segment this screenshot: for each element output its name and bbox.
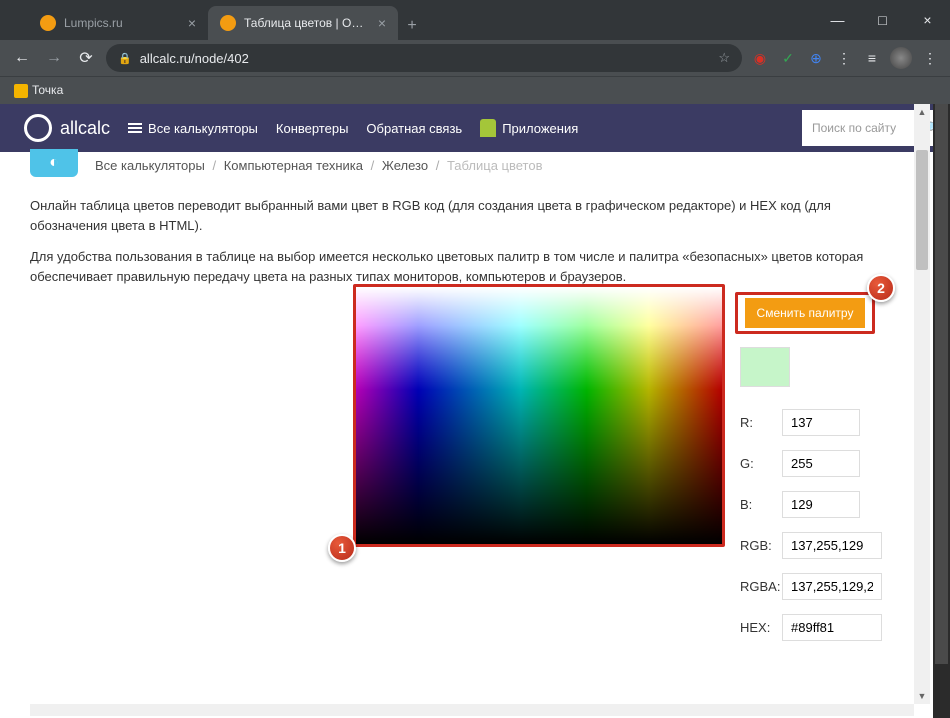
input-b[interactable] (782, 491, 860, 518)
android-icon (480, 119, 496, 137)
crumb-link[interactable]: Компьютерная техника (224, 158, 363, 173)
minimize-button[interactable]: — (815, 0, 860, 40)
tab-title: Таблица цветов | Онлайн кальк (244, 16, 370, 30)
browser-toolbar: ← → ⟳ 🔒 allcalc.ru/node/402 ☆ ◉ ✓ ⊕ ⋮ ≡ … (0, 40, 950, 76)
back-button[interactable]: ← (10, 49, 34, 67)
lock-icon: 🔒 (118, 52, 132, 65)
scroll-up-icon[interactable]: ▲ (914, 104, 930, 120)
label-g: G: (740, 456, 782, 471)
brand-text: allcalc (60, 118, 110, 139)
desc-p2: Для удобства пользования в таблице на вы… (30, 247, 910, 286)
reload-button[interactable]: ⟳ (74, 48, 98, 68)
input-rgba[interactable] (782, 573, 882, 600)
input-hex[interactable] (782, 614, 882, 641)
label-b: B: (740, 497, 782, 512)
browser-menu-icon[interactable]: ⋮ (920, 48, 940, 68)
input-r[interactable] (782, 409, 860, 436)
color-picker-canvas[interactable] (356, 287, 722, 544)
nav-all-calculators[interactable]: Все калькуляторы (128, 121, 258, 136)
profile-avatar[interactable] (890, 47, 912, 69)
hamburger-icon (128, 121, 142, 135)
change-palette-highlight: Сменить палитру (735, 292, 875, 334)
change-palette-button[interactable]: Сменить палитру (745, 298, 866, 328)
site-header: allcalc Все калькуляторы Конвертеры Обра… (0, 104, 950, 152)
label-hex: HEX: (740, 620, 782, 635)
nav-apps[interactable]: Приложения (480, 119, 578, 137)
close-icon[interactable]: × (378, 15, 386, 31)
window-scrollbar[interactable] (933, 104, 950, 718)
annotation-badge-1: 1 (328, 534, 356, 562)
color-picker-highlight (353, 284, 725, 547)
window-controls: — □ × (815, 0, 950, 40)
label-rgba: RGBA: (740, 579, 782, 594)
page-scrollbar[interactable]: ▲ ▼ (914, 104, 930, 704)
browser-titlebar: Lumpics.ru × Таблица цветов | Онлайн кал… (0, 0, 950, 40)
input-g[interactable] (782, 450, 860, 477)
breadcrumb: Все калькуляторы / Компьютерная техника … (95, 158, 543, 173)
color-values: R: G: B: RGB: RGBA: HEX: (740, 409, 882, 655)
input-rgb[interactable] (782, 532, 882, 559)
close-icon[interactable]: × (188, 15, 196, 31)
extension-icon[interactable]: ⊕ (806, 48, 826, 68)
scroll-thumb[interactable] (935, 104, 948, 664)
label-r: R: (740, 415, 782, 430)
close-window-button[interactable]: × (905, 0, 950, 40)
category-icon: ◐ (30, 149, 78, 177)
new-tab-button[interactable]: + (398, 12, 426, 40)
desc-p1: Онлайн таблица цветов переводит выбранны… (30, 196, 910, 235)
maximize-button[interactable]: □ (860, 0, 905, 40)
reading-list-icon[interactable]: ≡ (862, 48, 882, 68)
favicon-icon (40, 15, 56, 31)
crumb-current: Таблица цветов (447, 158, 543, 173)
menu-icon[interactable]: ⋮ (834, 48, 854, 68)
bookmark-item[interactable]: Точка (14, 83, 63, 98)
nav-converters[interactable]: Конвертеры (276, 121, 349, 136)
search-placeholder: Поиск по сайту (812, 121, 896, 135)
nav-feedback[interactable]: Обратная связь (366, 121, 462, 136)
scroll-thumb[interactable] (916, 150, 928, 270)
scroll-down-icon[interactable]: ▼ (914, 688, 930, 704)
color-swatch (740, 347, 790, 387)
horizontal-scrollbar[interactable] (30, 704, 914, 716)
site-logo[interactable]: allcalc (24, 114, 110, 142)
tab-lumpics[interactable]: Lumpics.ru × (28, 6, 208, 40)
forward-button[interactable]: → (42, 49, 66, 67)
page-content: allcalc Все калькуляторы Конвертеры Обра… (0, 104, 950, 718)
bookmark-star-icon[interactable]: ☆ (718, 50, 730, 66)
bookmark-icon (14, 84, 28, 98)
label-rgb: RGB: (740, 538, 782, 553)
tab-allcalc[interactable]: Таблица цветов | Онлайн кальк × (208, 6, 398, 40)
tab-title: Lumpics.ru (64, 16, 180, 30)
annotation-badge-2: 2 (867, 274, 895, 302)
address-bar[interactable]: 🔒 allcalc.ru/node/402 ☆ (106, 44, 742, 72)
extension-icon[interactable]: ✓ (778, 48, 798, 68)
logo-icon (24, 114, 52, 142)
bookmarks-bar: Точка (0, 76, 950, 104)
crumb-link[interactable]: Железо (382, 158, 428, 173)
favicon-icon (220, 15, 236, 31)
extension-icon[interactable]: ◉ (750, 48, 770, 68)
url-text: allcalc.ru/node/402 (140, 51, 249, 66)
crumb-link[interactable]: Все калькуляторы (95, 158, 205, 173)
description: Онлайн таблица цветов переводит выбранны… (30, 196, 910, 298)
